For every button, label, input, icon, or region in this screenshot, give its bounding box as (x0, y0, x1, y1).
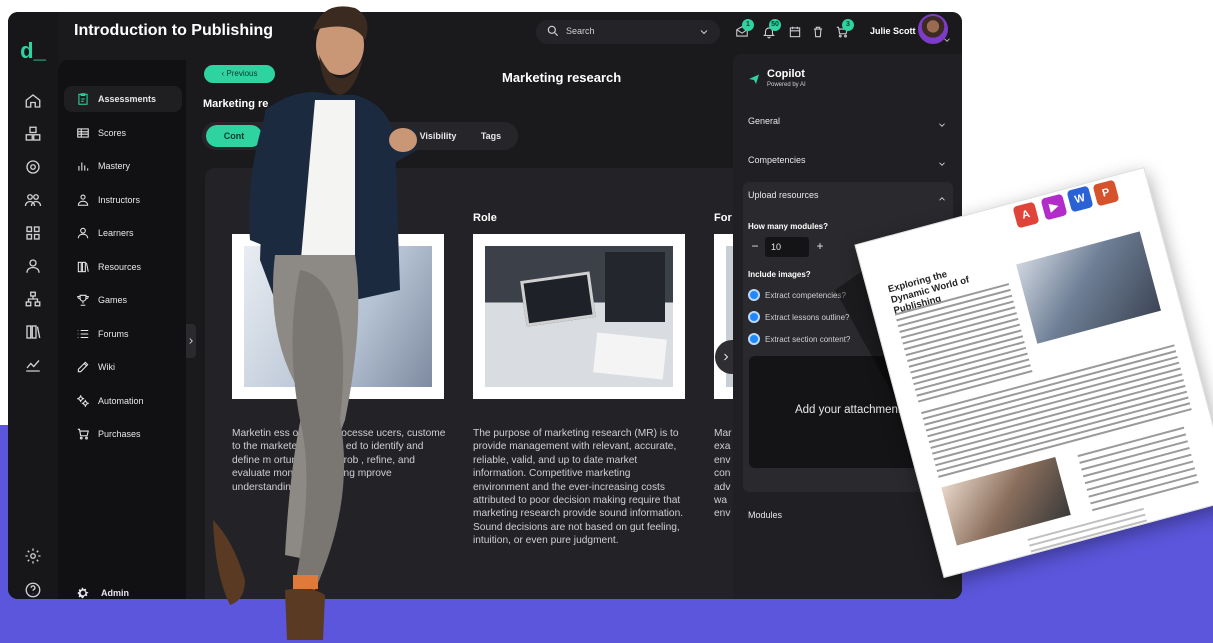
document-photo (1016, 231, 1161, 344)
document-list (1077, 426, 1201, 516)
man-illustration (213, 6, 417, 640)
marketing-hero: d_ Introduction to Publishing Search 1 5… (0, 0, 1213, 643)
